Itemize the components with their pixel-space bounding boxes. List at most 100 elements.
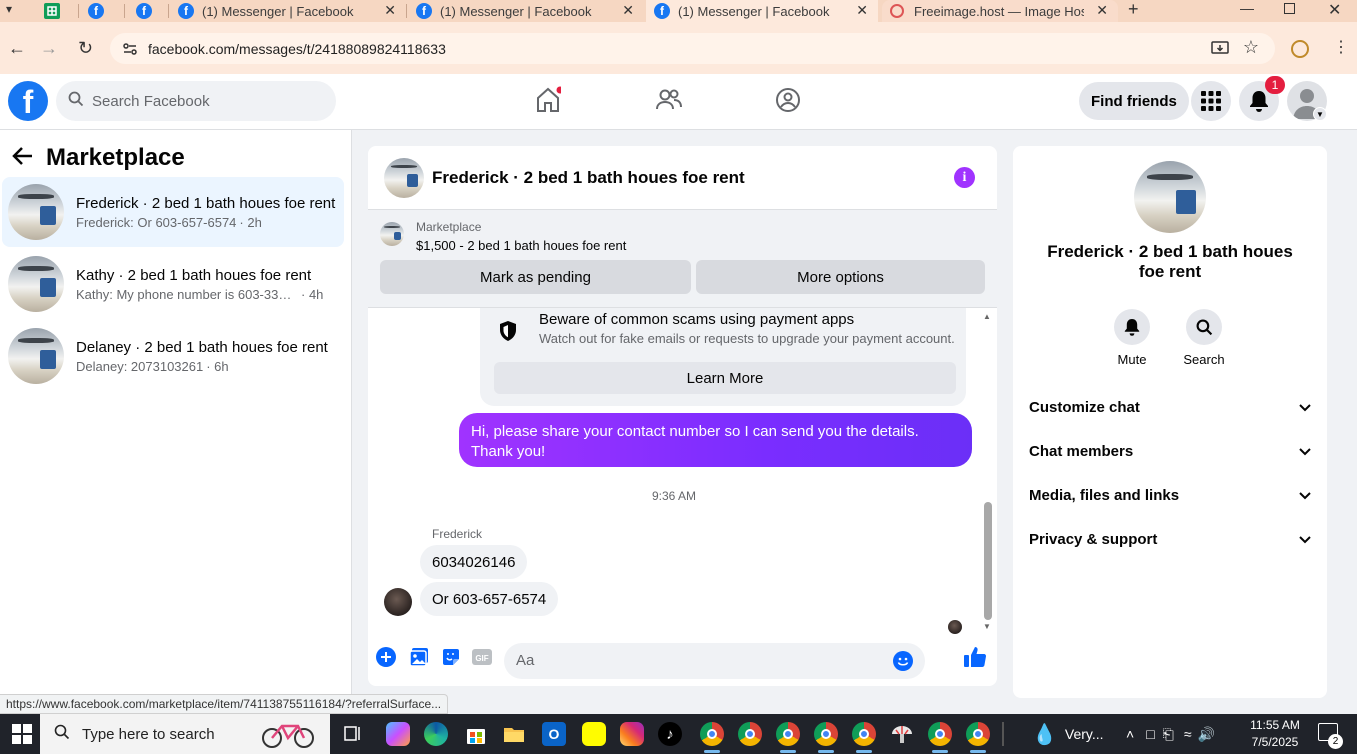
- url-field[interactable]: facebook.com/messages/t/2418808982411863…: [110, 33, 1275, 64]
- window-minimize-icon[interactable]: —: [1240, 0, 1254, 16]
- site-settings-icon[interactable]: [122, 41, 138, 62]
- conversation-item[interactable]: Kathy · 2 bed 1 bath houes foe rent Kath…: [2, 249, 344, 319]
- new-tab-plus-icon[interactable]: +: [1128, 0, 1139, 20]
- menu-grid-button[interactable]: [1191, 81, 1231, 121]
- mute-button[interactable]: [1114, 309, 1150, 345]
- tab-close-icon[interactable]: ✕: [1096, 2, 1108, 19]
- copilot-icon[interactable]: [386, 722, 410, 746]
- message-input[interactable]: [516, 652, 896, 669]
- chat-title[interactable]: Frederick · 2 bed 1 bath houes foe rent: [432, 168, 745, 188]
- plus-circle-icon[interactable]: [376, 647, 396, 672]
- window-close-icon[interactable]: ✕: [1328, 0, 1341, 20]
- more-options-button[interactable]: More options: [696, 260, 985, 294]
- file-explorer-icon[interactable]: [502, 722, 526, 746]
- taskbar-search-box[interactable]: Type here to search: [40, 714, 330, 754]
- bookmark-star-icon[interactable]: ☆: [1243, 37, 1259, 58]
- browser-tab-messenger-2[interactable]: f (1) Messenger | Facebook ✕: [408, 0, 644, 22]
- battery-plug-icon[interactable]: ⎗: [1163, 726, 1174, 743]
- browser-tab-facebook-1[interactable]: f: [80, 0, 124, 22]
- outgoing-message[interactable]: Hi, please share your contact number so …: [459, 413, 972, 467]
- chrome-icon[interactable]: [814, 722, 838, 753]
- chevron-up-icon[interactable]: ˄: [1126, 726, 1134, 742]
- conversation-item[interactable]: Frederick · 2 bed 1 bath houes foe rent …: [2, 177, 344, 247]
- back-arrow-icon[interactable]: ←: [8, 38, 26, 59]
- arrow-left-icon[interactable]: [12, 146, 34, 171]
- scrollbar-thumb[interactable]: [984, 502, 992, 620]
- tab-close-icon[interactable]: ✕: [856, 2, 868, 19]
- chrome-icon[interactable]: [776, 722, 800, 753]
- search-facebook-input[interactable]: [92, 92, 312, 110]
- sender-avatar[interactable]: [384, 588, 412, 616]
- incoming-message[interactable]: Or 603-657-6574: [420, 582, 559, 616]
- task-view-icon[interactable]: [340, 722, 364, 746]
- mute-action[interactable]: Mute: [1102, 309, 1162, 367]
- facebook-search-bar[interactable]: [56, 81, 336, 121]
- friends-icon[interactable]: [655, 86, 683, 119]
- scroll-up-icon[interactable]: ▲: [983, 312, 991, 321]
- account-chevron-down-icon[interactable]: ▼: [1313, 107, 1327, 121]
- scroll-down-icon[interactable]: ▼: [983, 622, 991, 631]
- reload-icon[interactable]: ↻: [78, 38, 93, 59]
- wifi-icon[interactable]: ≈: [1184, 726, 1192, 742]
- find-friends-button[interactable]: Find friends: [1079, 82, 1189, 120]
- customize-chat-section[interactable]: Customize chat: [1029, 389, 1311, 425]
- browser-tab-freeimage[interactable]: Freeimage.host — Image Hosting ✕: [882, 0, 1118, 22]
- browser-tab-messenger-1[interactable]: f (1) Messenger | Facebook ✕: [170, 0, 406, 22]
- info-icon[interactable]: i: [954, 167, 975, 188]
- chrome-icon[interactable]: [966, 722, 990, 753]
- incoming-message[interactable]: 6034026146: [420, 545, 528, 579]
- weather-drop-icon[interactable]: 💧: [1032, 722, 1057, 747]
- browser-menu-icon[interactable]: ⋮: [1333, 37, 1349, 57]
- chat-members-section[interactable]: Chat members: [1029, 433, 1311, 469]
- tab-close-icon[interactable]: ✕: [622, 2, 634, 19]
- chrome-icon[interactable]: [852, 722, 876, 753]
- mark-as-pending-button[interactable]: Mark as pending: [380, 260, 691, 294]
- tab-close-icon[interactable]: ✕: [384, 2, 396, 19]
- snapchat-icon[interactable]: [582, 722, 606, 746]
- facebook-logo-icon[interactable]: f: [8, 81, 48, 121]
- instagram-icon[interactable]: [620, 722, 644, 746]
- tab-list-dropdown-icon[interactable]: ▾: [6, 2, 12, 16]
- contact-avatar[interactable]: [1134, 161, 1206, 233]
- groups-icon[interactable]: [774, 86, 802, 119]
- edge-icon[interactable]: [424, 722, 448, 746]
- sticker-icon[interactable]: [441, 647, 461, 672]
- photo-icon[interactable]: [409, 647, 429, 672]
- gif-icon[interactable]: GIF: [472, 647, 492, 672]
- window-restore-icon[interactable]: [1284, 3, 1295, 14]
- install-app-icon[interactable]: [1211, 40, 1229, 61]
- chat-avatar[interactable]: [384, 157, 424, 198]
- weather-text[interactable]: Very...: [1065, 726, 1104, 742]
- forward-arrow-icon[interactable]: →: [40, 38, 58, 59]
- meet-now-icon[interactable]: □: [1146, 726, 1154, 742]
- chrome-icon[interactable]: [700, 722, 724, 753]
- message-composer: GIF: [368, 636, 997, 686]
- emoji-icon[interactable]: [893, 651, 913, 676]
- volume-icon[interactable]: 🔊: [1198, 726, 1215, 743]
- home-icon[interactable]: [535, 86, 564, 119]
- media-files-links-section[interactable]: Media, files and links: [1029, 477, 1311, 513]
- thumbs-up-icon[interactable]: [963, 646, 987, 673]
- tiktok-icon[interactable]: ♪: [658, 722, 682, 746]
- thread-scrollbar[interactable]: ▲ ▼: [983, 308, 993, 636]
- message-input-box[interactable]: [504, 643, 925, 679]
- chrome-icon[interactable]: [738, 722, 762, 746]
- microsoft-store-icon[interactable]: [464, 722, 488, 746]
- browser-tab-messenger-active[interactable]: f (1) Messenger | Facebook ✕: [646, 0, 878, 22]
- conversation-item[interactable]: Delaney · 2 bed 1 bath houes foe rent De…: [2, 321, 344, 391]
- browser-tab-sheets[interactable]: [36, 0, 76, 22]
- browser-tab-facebook-2[interactable]: f: [128, 0, 168, 22]
- listing-price-title[interactable]: $1,500 - 2 bed 1 bath houes foe rent: [416, 238, 626, 253]
- search-action[interactable]: Search: [1174, 309, 1234, 367]
- search-in-chat-button[interactable]: [1186, 309, 1222, 345]
- learn-more-button[interactable]: Learn More: [494, 362, 956, 394]
- mushroom-app-icon[interactable]: [890, 722, 914, 746]
- taskbar-clock[interactable]: 11:55 AM 7/5/2025: [1240, 717, 1310, 751]
- marketplace-header: Marketplace: [12, 144, 185, 172]
- chrome-icon[interactable]: [928, 722, 952, 753]
- profile-icon[interactable]: [1291, 40, 1309, 58]
- outlook-icon[interactable]: O: [542, 722, 566, 746]
- windows-start-icon[interactable]: [12, 724, 32, 744]
- listing-thumbnail[interactable]: [380, 222, 404, 246]
- privacy-support-section[interactable]: Privacy & support: [1029, 521, 1311, 557]
